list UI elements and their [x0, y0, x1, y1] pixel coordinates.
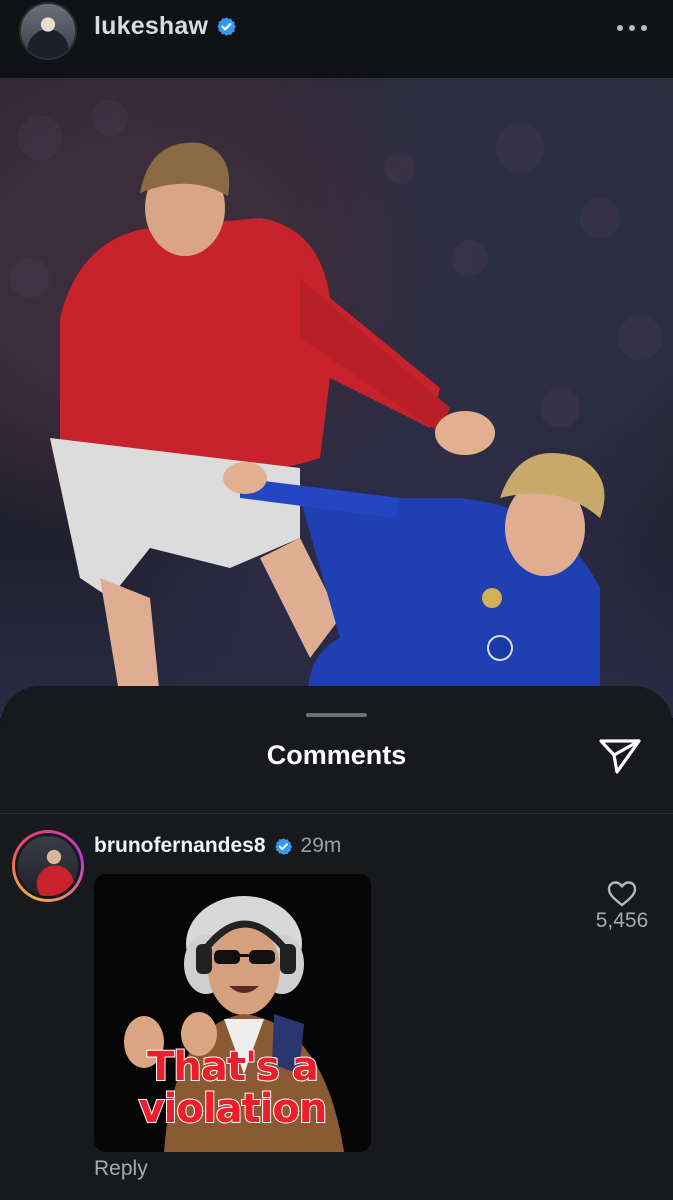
- like-count: 5,456: [595, 909, 649, 932]
- comment-gif[interactable]: That's a violation: [94, 874, 371, 1152]
- post-header: lukeshaw: [0, 0, 673, 78]
- more-dot-icon: [641, 25, 647, 31]
- gif-caption-line2: violation: [138, 1085, 329, 1133]
- commenter-username[interactable]: brunofernandes8: [94, 834, 266, 858]
- more-dot-icon: [617, 25, 623, 31]
- verified-badge-icon: [217, 17, 237, 36]
- sheet-divider: [0, 813, 673, 814]
- commenter-avatar[interactable]: [12, 830, 84, 902]
- verified-badge-icon: [274, 837, 292, 855]
- post-author[interactable]: lukeshaw: [94, 12, 237, 41]
- more-options-button[interactable]: [617, 18, 647, 38]
- more-dot-icon: [629, 25, 635, 31]
- send-icon[interactable]: [597, 736, 643, 776]
- comments-sheet: Comments brunofernandes8 29m That's a vi…: [0, 686, 673, 1200]
- profile-avatar[interactable]: [19, 2, 77, 60]
- commenter-avatar-photo: [15, 833, 81, 899]
- comment-header: brunofernandes8 29m: [94, 834, 341, 858]
- post-photo[interactable]: [0, 78, 673, 718]
- football-photo-illustration: [10, 100, 662, 718]
- heart-icon[interactable]: [607, 880, 637, 908]
- author-username[interactable]: lukeshaw: [94, 12, 208, 41]
- comment-timestamp: 29m: [300, 834, 342, 857]
- gif-caption-line1: That's a: [146, 1043, 320, 1091]
- reply-button[interactable]: Reply: [94, 1157, 148, 1181]
- sheet-title: Comments: [266, 740, 407, 770]
- sheet-drag-handle[interactable]: [306, 713, 367, 717]
